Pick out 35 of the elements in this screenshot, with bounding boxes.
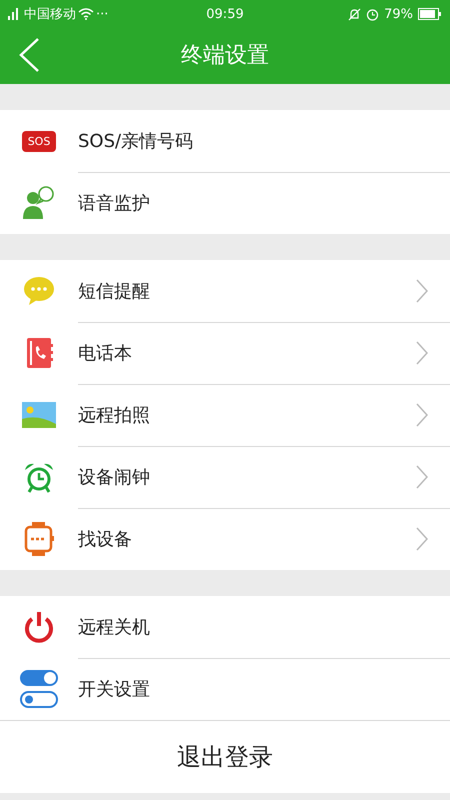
- settings-row[interactable]: 短信提醒: [0, 260, 450, 322]
- row-label: 语音监护: [78, 192, 151, 215]
- page-title: 终端设置: [181, 42, 269, 70]
- row-label: 找设备: [78, 528, 133, 551]
- settings-row[interactable]: 远程关机: [0, 596, 450, 658]
- alarm-icon: [366, 8, 380, 20]
- settings-row[interactable]: SOS SOS/亲情号码: [0, 110, 450, 172]
- row-label: SOS/亲情号码: [78, 130, 194, 152]
- battery-icon: [418, 8, 442, 20]
- toggle-switches-icon: [19, 669, 59, 709]
- battery-percent: 79%: [384, 6, 413, 22]
- power-icon: [23, 610, 55, 644]
- sos-icon: SOS: [22, 130, 56, 152]
- row-label: 短信提醒: [78, 280, 151, 302]
- chat-bubble-icon: [23, 276, 55, 306]
- clock-time: 09:59: [206, 6, 244, 22]
- smartwatch-icon: [24, 522, 54, 556]
- settings-row[interactable]: 远程拍照: [0, 384, 450, 446]
- wifi-icon: [78, 8, 94, 20]
- alarm-clock-icon: [23, 461, 55, 493]
- back-chevron-icon: [18, 37, 40, 73]
- row-label: 远程拍照: [78, 404, 151, 426]
- row-label: 电话本: [78, 342, 133, 364]
- carrier-name: 中国移动: [24, 6, 76, 23]
- settings-row[interactable]: 设备闹钟: [0, 446, 450, 508]
- settings-row[interactable]: 语音监护: [0, 172, 450, 234]
- settings-row[interactable]: 电话本: [0, 322, 450, 384]
- row-label: 开关设置: [78, 678, 151, 700]
- person-speech-icon: [21, 185, 57, 221]
- settings-row[interactable]: 找设备: [0, 508, 450, 570]
- more-dots: ···: [96, 6, 108, 22]
- row-label: 远程关机: [78, 616, 151, 638]
- bell-off-icon: [348, 8, 362, 20]
- row-label: 设备闹钟: [78, 466, 151, 488]
- landscape-icon: [22, 402, 56, 428]
